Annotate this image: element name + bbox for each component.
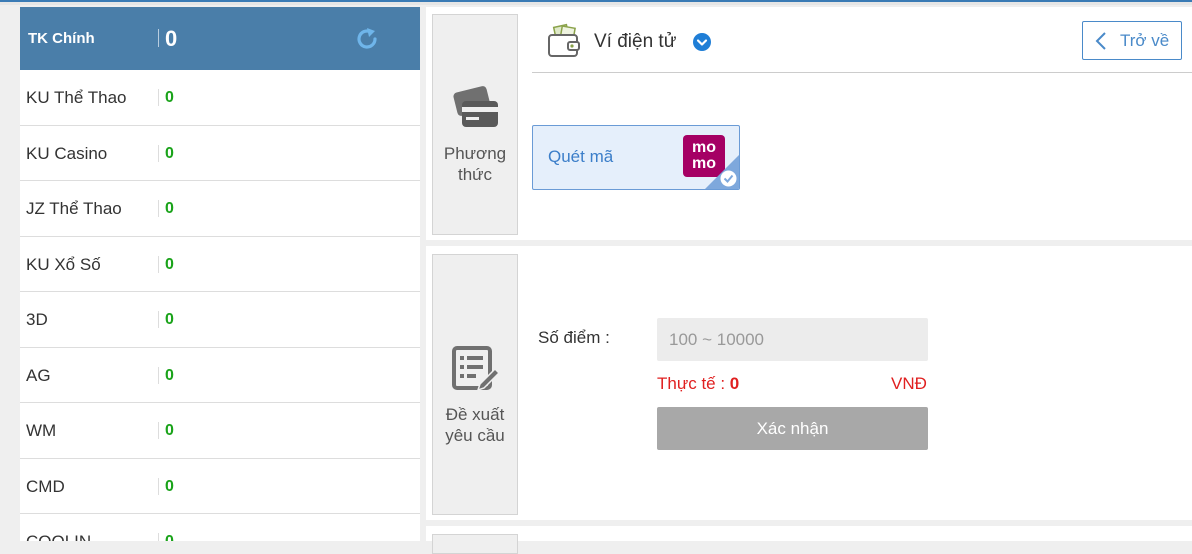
account-balance: 0 [165, 200, 174, 217]
account-name: KU Casino [26, 143, 108, 163]
account-row: KU Casino 0 [20, 126, 420, 181]
divider [158, 144, 159, 162]
payment-method-section: Phương thức Ví điện tử Trở về Quét mã mo… [426, 7, 1192, 240]
account-balance: 0 [165, 144, 174, 162]
header-divider [532, 72, 1192, 73]
divider [158, 200, 159, 217]
wallet-icon [548, 23, 580, 57]
wallet-title: Ví điện tử [594, 31, 677, 52]
account-panel: TK Chính 0 KU Thể Thao 0 KU Casino 0 JZ Thể … [20, 7, 420, 541]
account-name: WM [26, 421, 57, 440]
account-name: COOLIN [26, 514, 91, 541]
scan-label: Quét mã [548, 147, 614, 166]
request-side-label-2: yêu cầu [445, 426, 505, 445]
divider [158, 89, 159, 106]
account-row: 3D 0 [20, 292, 420, 348]
account-balance: 0 [165, 366, 174, 384]
divider [158, 311, 159, 328]
account-balance: 0 [165, 514, 174, 541]
points-label: Số điểm : [538, 328, 610, 347]
actual-label: Thực tế : [657, 374, 730, 393]
chevron-left-icon [1095, 32, 1106, 50]
divider [158, 255, 159, 273]
method-side-label-1: Phương [443, 144, 507, 163]
request-side-box: Đề xuất yêu cầu [432, 254, 518, 515]
account-balance: 0 [165, 255, 174, 273]
method-side-label-2: thức [457, 165, 493, 184]
edit-document-icon [452, 346, 501, 392]
account-row: COOLIN 0 [20, 514, 420, 541]
check-circle-icon [720, 170, 737, 187]
account-name: JZ Thể Thao [26, 199, 122, 218]
main-account-header: TK Chính 0 [20, 7, 420, 70]
actual-value: 0 [729, 374, 740, 393]
chevron-down-icon[interactable] [693, 33, 711, 51]
back-button-label: Trở về [1120, 31, 1170, 50]
account-balance: 0 [165, 311, 174, 328]
account-row: CMD 0 [20, 459, 420, 514]
account-balance: 0 [165, 477, 174, 495]
divider [158, 366, 159, 384]
divider [158, 29, 159, 47]
next-side-box [432, 534, 518, 554]
account-balance: 0 [165, 89, 174, 106]
divider [158, 533, 159, 541]
request-section: Đề xuất yêu cầu Số điểm : Thực tế : 0 VN… [426, 246, 1192, 520]
account-name: 3D [26, 310, 48, 329]
points-input[interactable] [657, 318, 928, 361]
request-side-label-1: Đề xuất [445, 405, 505, 424]
method-side-box: Phương thức [432, 14, 518, 235]
card-icon [453, 86, 498, 127]
top-bar [0, 0, 1192, 5]
next-section [426, 526, 1192, 554]
account-list: KU Thể Thao 0 KU Casino 0 JZ Thể Thao 0 KU Xổ … [20, 70, 420, 541]
actual-amount: Thực tế : 0 [657, 374, 739, 394]
account-balance: 0 [165, 422, 174, 439]
account-row: KU Thể Thao 0 [20, 70, 420, 126]
currency-label: VNĐ [891, 374, 927, 393]
divider [158, 477, 159, 495]
account-row: JZ Thể Thao 0 [20, 181, 420, 237]
momo-scan-option[interactable]: Quét mã mo mo [532, 125, 740, 190]
account-name: CMD [26, 476, 65, 496]
main-account-label: TK Chính [28, 30, 95, 47]
account-name: KU Thể Thao [26, 88, 127, 107]
refresh-icon[interactable] [354, 26, 380, 52]
account-row: KU Xổ Số 0 [20, 237, 420, 292]
account-row: AG 0 [20, 348, 420, 403]
top-accent-line [0, 0, 1192, 2]
account-name: AG [26, 365, 51, 385]
main-account-balance: 0 [165, 26, 178, 51]
back-button[interactable]: Trở về [1082, 21, 1182, 60]
divider [158, 422, 159, 439]
account-row: WM 0 [20, 403, 420, 459]
account-name: KU Xổ Số [26, 254, 101, 274]
confirm-button[interactable]: Xác nhận [657, 407, 928, 450]
